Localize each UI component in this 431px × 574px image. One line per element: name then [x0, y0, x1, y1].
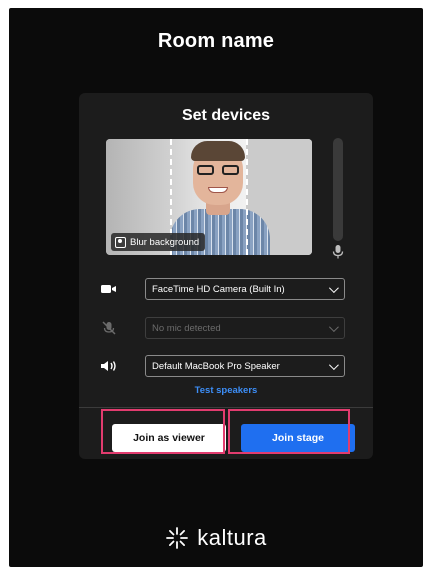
microphone-row: No mic detected [99, 317, 354, 339]
blur-background-toggle[interactable]: Blur background [111, 233, 206, 251]
chevron-down-icon [328, 359, 339, 370]
brand-name: kaltura [197, 525, 267, 550]
video-camera-icon [101, 285, 116, 293]
app-frame: Room name Set devices Blur background Fa… [9, 8, 423, 567]
speaker-icon [101, 361, 116, 371]
mic-level-meter [333, 138, 343, 241]
kaltura-logo-icon [166, 527, 189, 549]
room-title: Room name [157, 30, 275, 52]
blur-guide-right [246, 139, 248, 255]
join-stage-button[interactable]: Join stage [241, 424, 355, 452]
blur-background-label: Blur background [130, 236, 200, 248]
chevron-down-icon [328, 321, 339, 332]
camera-row: FaceTime HD Camera (Built In) [99, 278, 354, 300]
speaker-row: Default MacBook Pro Speaker [99, 355, 354, 377]
test-speakers-link[interactable]: Test speakers [79, 385, 373, 396]
microphone-select[interactable]: No mic detected [145, 317, 345, 339]
set-devices-panel: Set devices Blur background FaceTime HD … [79, 93, 373, 459]
camera-preview: Blur background [106, 139, 312, 255]
camera-select[interactable]: FaceTime HD Camera (Built In) [145, 278, 345, 300]
divider [79, 407, 373, 408]
speaker-select-value: Default MacBook Pro Speaker [152, 360, 280, 372]
panel-title: Set devices [181, 107, 271, 124]
camera-select-value: FaceTime HD Camera (Built In) [152, 283, 285, 295]
kaltura-logo: kaltura [9, 525, 423, 551]
mic-icon [332, 245, 344, 259]
microphone-select-value: No mic detected [152, 322, 221, 334]
blur-background-icon [115, 236, 126, 248]
join-as-viewer-button[interactable]: Join as viewer [112, 424, 226, 452]
chevron-down-icon [328, 282, 339, 293]
mic-off-icon [102, 321, 116, 335]
speaker-select[interactable]: Default MacBook Pro Speaker [145, 355, 345, 377]
